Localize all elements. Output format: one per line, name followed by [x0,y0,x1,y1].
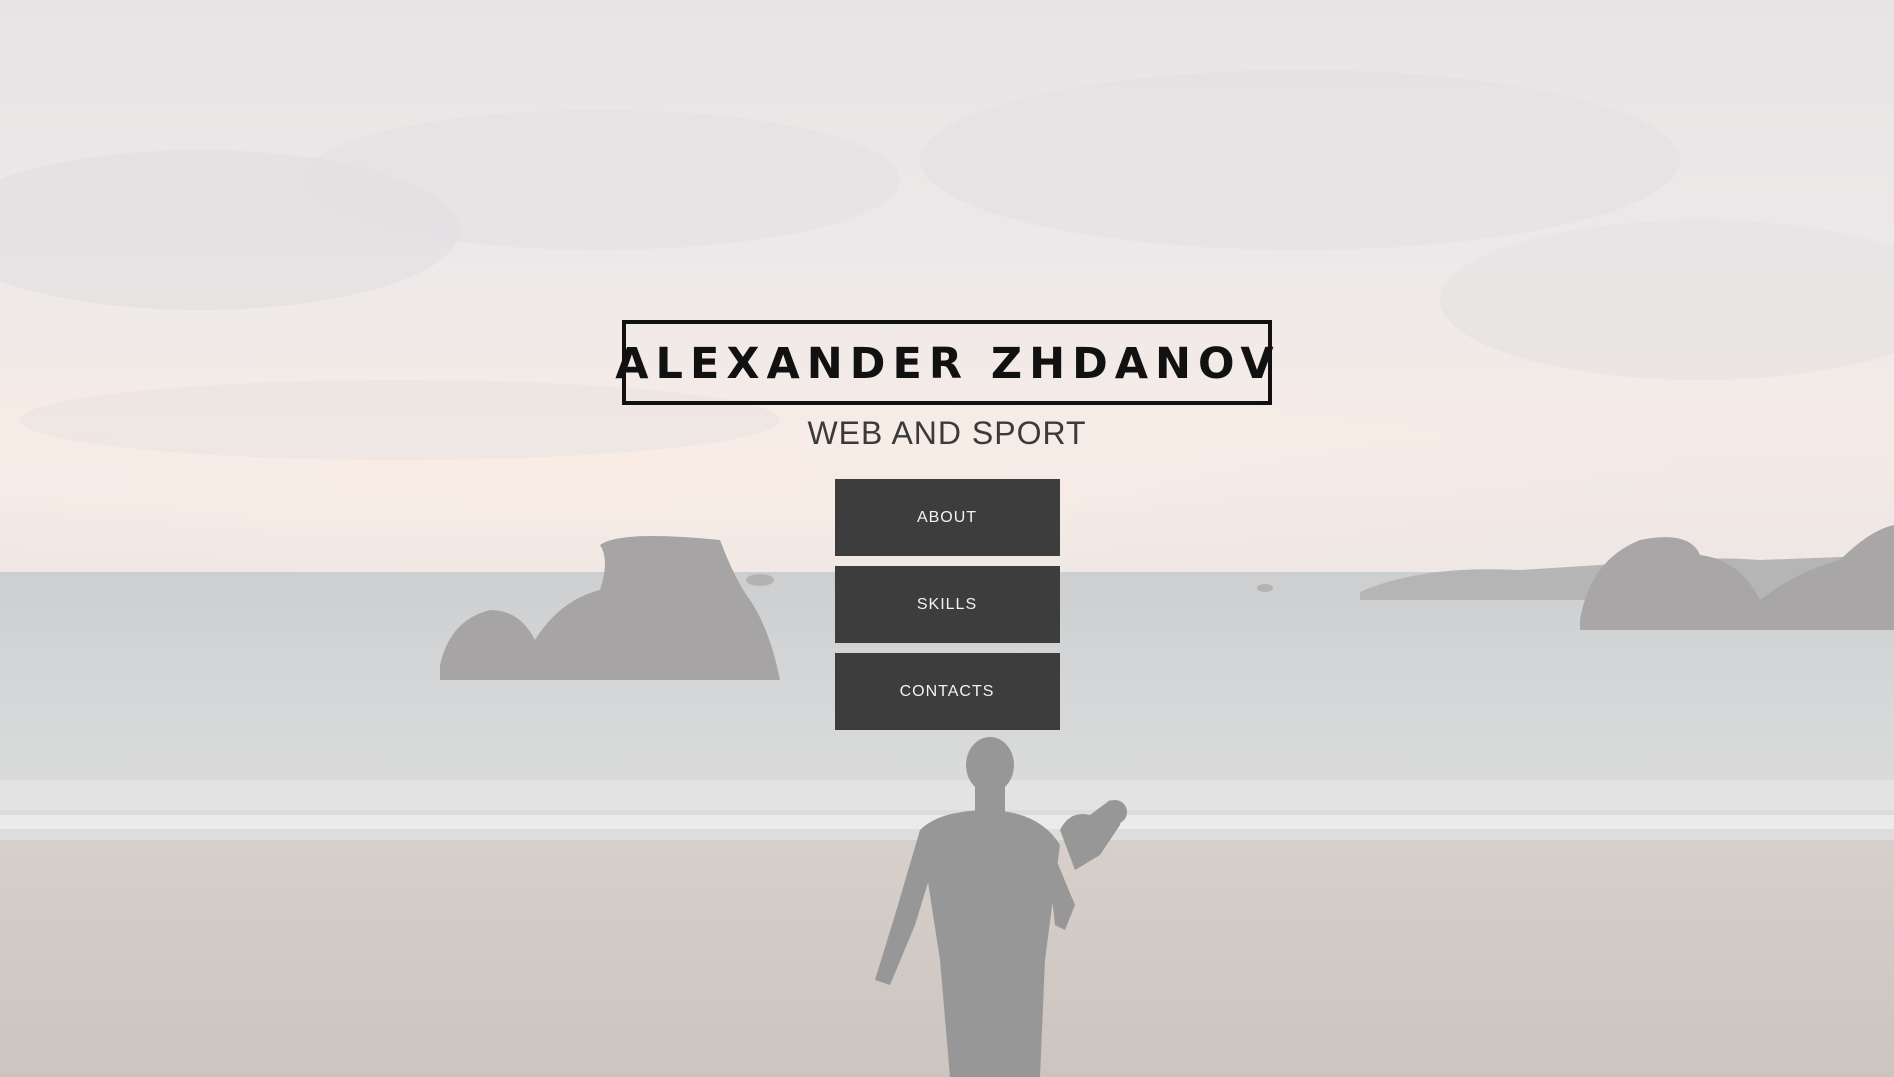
about-button[interactable]: ABOUT [834,479,1060,556]
title-box: ALEXANDER ZHDANOV [615,320,1274,405]
skills-button[interactable]: SKILLS [834,566,1060,643]
contacts-button[interactable]: CONTACTS [834,653,1060,730]
page-title: ALEXANDER ZHDANOV [615,339,1281,389]
main-nav: ABOUT SKILLS CONTACTS [834,479,1060,740]
page-subtitle: WEB AND SPORT [807,415,1087,451]
hero: ALEXANDER ZHDANOV WEB AND SPORT ABOUT SK… [0,320,1894,740]
